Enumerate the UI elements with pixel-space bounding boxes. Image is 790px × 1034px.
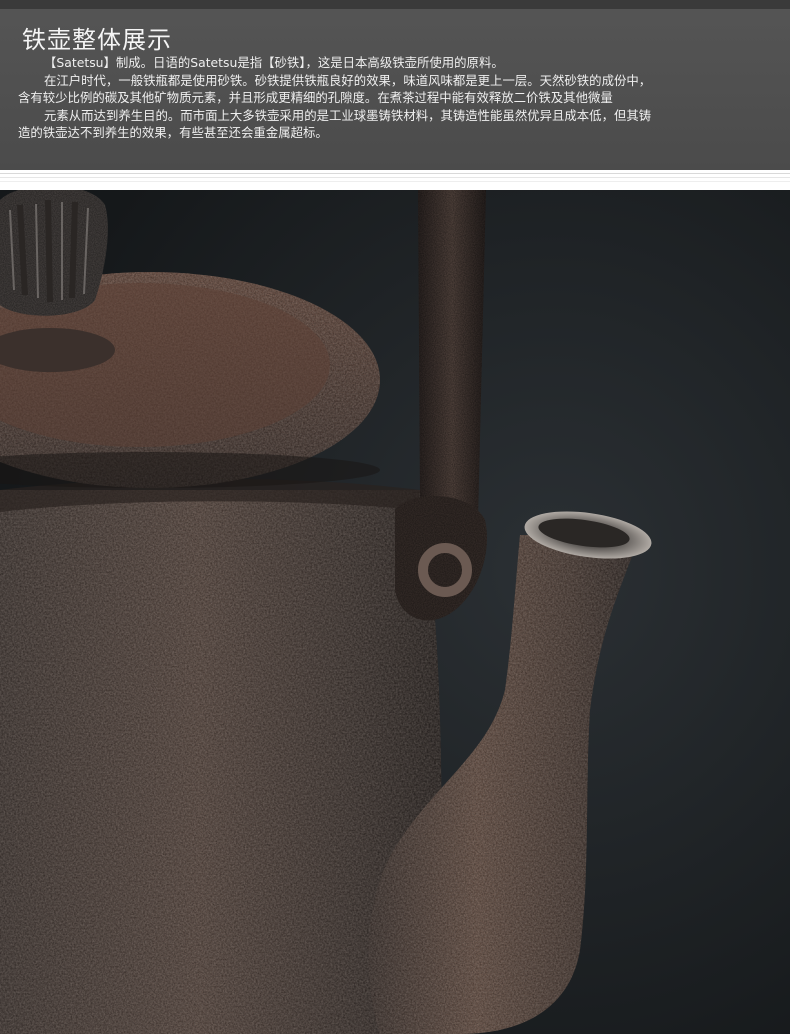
- top-strip: [0, 0, 790, 9]
- section-title: 铁壶整体展示: [22, 26, 172, 54]
- description-text: 【Satetsu】制成。日语的Satetsu是指【砂铁】，这是日本高级铁壶所使用…: [18, 54, 778, 142]
- description-line: 【Satetsu】制成。日语的Satetsu是指【砂铁】，这是日本高级铁壶所使用…: [44, 55, 504, 70]
- description-line: 造的铁壶达不到养生的效果，有些甚至还会重金属超标。: [18, 125, 328, 140]
- separator-band: [0, 170, 790, 190]
- separator-line: [0, 181, 790, 182]
- description-line: 含有较少比例的碳及其他矿物质元素，并且形成更精细的孔隙度。在煮茶过程中能有效释放…: [18, 90, 613, 105]
- separator-line: [0, 177, 790, 178]
- separator-line: [0, 173, 790, 174]
- description-line: 在江户时代，一般铁瓶都是使用砂铁。砂铁提供铁瓶良好的效果，味道风味都是更上一层。…: [44, 72, 652, 88]
- header-panel: 铁壶整体展示 【Satetsu】制成。日语的Satetsu是指【砂铁】，这是日本…: [0, 0, 790, 170]
- description-line: 元素从而达到养生目的。而市面上大多铁壶采用的是工业球墨铸铁材料，其铸造性能虽然优…: [44, 107, 652, 123]
- teapot-photo: [0, 190, 790, 1034]
- lid-knob: [0, 190, 115, 372]
